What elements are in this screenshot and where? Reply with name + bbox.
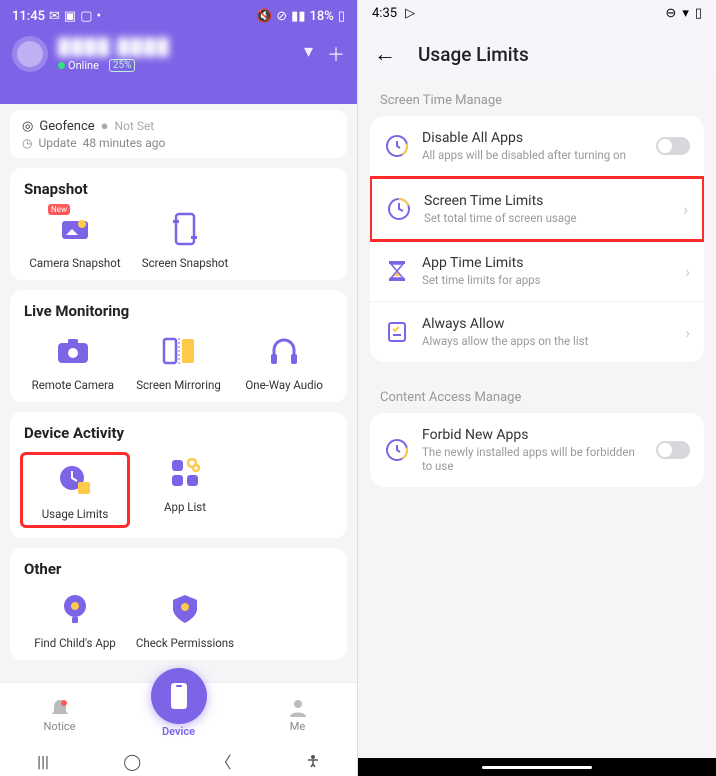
- page-title: Usage Limits: [418, 43, 529, 66]
- app-icon: ▣: [64, 9, 76, 24]
- gesture-bar: [358, 758, 716, 776]
- remote-camera-item[interactable]: Remote Camera: [20, 330, 126, 392]
- device-battery: 25%: [109, 59, 136, 72]
- wifi-icon: ⊘: [276, 9, 287, 24]
- other-card: Other Find Child's App Check Permissions: [10, 548, 347, 660]
- usage-limits-icon: [58, 464, 92, 496]
- nav-device[interactable]: Device: [139, 692, 219, 738]
- usage-limits-item[interactable]: Usage Limits: [20, 452, 130, 528]
- camera-snapshot-icon: [58, 215, 92, 243]
- status-time-r: 4:35: [372, 6, 397, 21]
- geofence-value: Not Set: [115, 119, 155, 133]
- back-button[interactable]: 〈: [215, 749, 231, 773]
- app-list-icon: [170, 458, 200, 488]
- screen-snapshot-icon: [172, 212, 198, 246]
- battery-percent: 18%: [309, 9, 333, 24]
- person-icon: [287, 697, 309, 719]
- disable-icon: [384, 133, 410, 159]
- more-icon: •: [96, 9, 101, 24]
- dnd-icon: ⊖: [665, 6, 676, 21]
- camera-snapshot-item[interactable]: New Camera Snapshot: [20, 208, 130, 270]
- find-child-item[interactable]: Find Child's App: [20, 588, 130, 650]
- home-button[interactable]: ◯: [123, 752, 141, 771]
- disable-toggle[interactable]: [656, 137, 690, 155]
- forbid-icon: [384, 437, 410, 463]
- screen-snapshot-item[interactable]: Screen Snapshot: [130, 208, 240, 270]
- left-phone-screen: 11:45 ✉ ▣ ▢ • 🔇 ⊘ ▮▮ 18% ▯ ████ ████ Onl…: [0, 0, 358, 776]
- always-allow-item[interactable]: Always Allow Always allow the apps on th…: [370, 302, 704, 362]
- geofence-icon: ◎: [22, 119, 33, 134]
- snapshot-title: Snapshot: [20, 180, 337, 198]
- back-arrow[interactable]: ←: [374, 41, 396, 67]
- geofence-label: Geofence: [39, 119, 94, 134]
- hourglass-icon: [384, 258, 410, 284]
- update-label: Update: [38, 136, 76, 150]
- disable-all-apps-item[interactable]: Disable All Apps All apps will be disabl…: [370, 116, 704, 177]
- profile-name: ████ ████: [58, 37, 171, 57]
- message-icon: ✉: [49, 9, 60, 24]
- clock-icon: [386, 196, 412, 222]
- update-icon: ◷: [22, 136, 32, 150]
- nav-me[interactable]: Me: [258, 697, 338, 733]
- forbid-toggle[interactable]: [656, 441, 690, 459]
- chevron-right-icon: ›: [685, 323, 690, 342]
- right-phone-screen: 4:35 ▷ ⊖ ▾ ▯ ← Usage Limits Screen Time …: [358, 0, 716, 776]
- lightbulb-icon: [60, 593, 90, 625]
- app-list-item[interactable]: App List: [130, 452, 240, 528]
- mute-icon: 🔇: [256, 9, 272, 24]
- left-header: 11:45 ✉ ▣ ▢ • 🔇 ⊘ ▮▮ 18% ▯ ████ ████ Onl…: [0, 0, 357, 104]
- status-bar-right: 4:35 ▷ ⊖ ▾ ▯: [358, 0, 716, 27]
- one-way-audio-item[interactable]: One-Way Audio: [231, 330, 337, 392]
- home-indicator[interactable]: [482, 766, 592, 769]
- bottom-nav: Notice Device Me: [0, 682, 357, 746]
- profile-row[interactable]: ████ ████ Online 25% ▾ ＋: [12, 36, 345, 72]
- update-value: 48 minutes ago: [83, 136, 166, 150]
- screen-time-list: Disable All Apps All apps will be disabl…: [370, 116, 704, 362]
- section-screen-time: Screen Time Manage: [358, 77, 716, 116]
- live-monitoring-card: Live Monitoring Remote Camera Screen Mir…: [10, 290, 347, 402]
- photo-icon: ▢: [80, 9, 92, 24]
- shield-icon: [171, 593, 199, 625]
- bell-icon: [49, 697, 71, 719]
- status-bar-left: 11:45 ✉ ▣ ▢ • 🔇 ⊘ ▮▮ 18% ▯: [12, 6, 345, 26]
- screen-time-limits-item[interactable]: Screen Time Limits Set total time of scr…: [370, 176, 704, 242]
- android-nav-bar: ||| ◯ 〈: [0, 746, 357, 776]
- app-time-limits-item[interactable]: App Time Limits Set time limits for apps…: [370, 241, 704, 302]
- live-title: Live Monitoring: [20, 302, 337, 320]
- activity-title: Device Activity: [20, 424, 337, 442]
- section-content-access: Content Access Manage: [358, 374, 716, 413]
- info-strip: ◎ Geofence ● Not Set ◷ Update 48 minutes…: [10, 110, 347, 158]
- wifi-icon-r: ▾: [682, 6, 689, 21]
- forbid-new-apps-item[interactable]: Forbid New Apps The newly installed apps…: [370, 413, 704, 487]
- online-status: Online: [58, 59, 99, 72]
- dropdown-icon[interactable]: ▾: [304, 41, 313, 67]
- new-badge: New: [48, 204, 70, 215]
- chevron-right-icon: ›: [683, 200, 688, 219]
- camera-icon: [56, 337, 90, 365]
- battery-icon-r: ▯: [695, 6, 702, 21]
- avatar[interactable]: [12, 36, 48, 72]
- check-permissions-item[interactable]: Check Permissions: [130, 588, 240, 650]
- screen-mirroring-item[interactable]: Screen Mirroring: [126, 330, 232, 392]
- battery-icon: ▯: [338, 9, 345, 24]
- status-time: 11:45: [12, 9, 45, 24]
- snapshot-card: Snapshot New Camera Snapshot Screen Snap…: [10, 168, 347, 280]
- nav-notice[interactable]: Notice: [20, 697, 100, 733]
- chevron-right-icon: ›: [685, 262, 690, 281]
- recents-button[interactable]: |||: [37, 752, 49, 771]
- device-fab-icon: [151, 668, 207, 724]
- device-activity-card: Device Activity Usage Limits App List: [10, 412, 347, 538]
- content-access-list: Forbid New Apps The newly installed apps…: [370, 413, 704, 487]
- accessibility-button[interactable]: [306, 754, 320, 768]
- checklist-icon: [384, 319, 410, 345]
- add-icon[interactable]: ＋: [327, 41, 345, 67]
- other-title: Other: [20, 560, 337, 578]
- signal-icon: ▮▮: [291, 9, 305, 24]
- mirror-icon: [162, 336, 196, 366]
- page-header: ← Usage Limits: [358, 27, 716, 77]
- play-store-icon: ▷: [405, 6, 415, 21]
- headphones-icon: [268, 336, 300, 366]
